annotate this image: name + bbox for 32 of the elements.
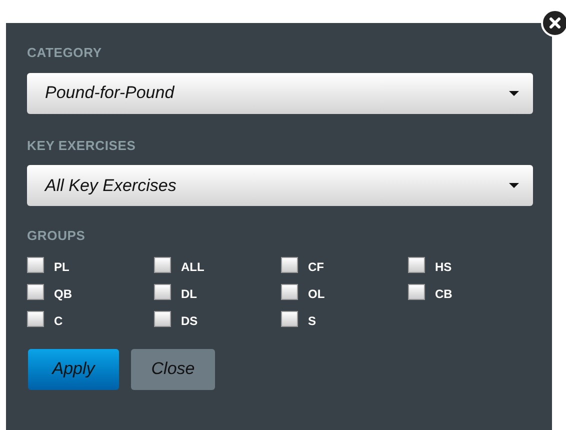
checkbox[interactable]	[154, 256, 171, 272]
field-label: KEY EXERCISES	[27, 136, 137, 154]
checkbox[interactable]	[27, 284, 44, 300]
checkbox[interactable]	[408, 284, 425, 300]
checkbox[interactable]	[154, 284, 171, 300]
checkbox[interactable]	[408, 256, 425, 272]
checkbox-label: CB	[435, 286, 452, 302]
caret-icon	[509, 183, 519, 188]
dropdown[interactable]: All Key Exercises	[27, 165, 533, 206]
caret-icon	[509, 90, 519, 96]
close-icon[interactable]	[541, 9, 566, 37]
checkbox[interactable]	[281, 256, 298, 272]
checkbox-label: CF	[308, 258, 324, 276]
checkbox-label: DS	[181, 312, 198, 330]
checkbox-label: ALL	[181, 258, 204, 276]
checkbox-label: PL	[54, 258, 70, 276]
checkbox-label: OL	[308, 286, 325, 302]
checkbox[interactable]	[154, 310, 171, 326]
dropdown[interactable]: Pound-for-Pound	[27, 72, 533, 114]
checkbox-label: DL	[181, 286, 197, 302]
checkbox-label: HS	[435, 258, 452, 276]
checkbox-label: C	[54, 312, 63, 330]
checkbox-label: S	[308, 312, 316, 330]
checkbox-label: QB	[54, 286, 72, 302]
checkbox[interactable]	[281, 284, 298, 300]
checkbox[interactable]	[27, 310, 44, 326]
checkbox[interactable]	[27, 256, 44, 272]
checkbox[interactable]	[281, 310, 298, 326]
groups-label: GROUPS	[27, 227, 86, 245]
close-button[interactable]: Close	[131, 348, 215, 390]
field-label: CATEGORY	[27, 44, 103, 62]
apply-button[interactable]: Apply	[28, 348, 119, 390]
